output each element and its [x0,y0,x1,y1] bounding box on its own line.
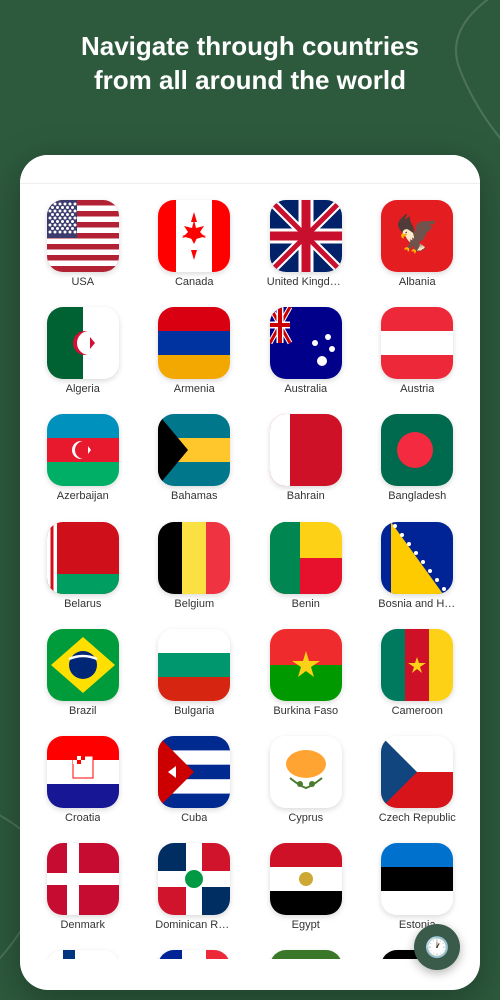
flag-algeria [47,307,119,379]
flag-belgium [158,522,230,594]
flag-albania: 🦅 [381,200,453,272]
country-name: Burkina Faso [273,705,338,718]
country-item[interactable]: United Kingdom [253,194,359,295]
country-item[interactable]: 🦅 Albania [365,194,471,295]
flag-cuba [158,736,230,808]
country-name: Armenia [174,383,215,396]
flag-bangladesh [381,414,453,486]
country-name: Albania [399,276,436,289]
flag-dominican [158,843,230,915]
country-name: Dominican Rep... [155,919,233,932]
country-name: Bosnia and Her... [378,598,456,611]
country-name: Austria [400,383,434,396]
flag-benin [270,522,342,594]
country-item[interactable]: Algeria [30,301,136,402]
country-item[interactable]: Brazil [30,623,136,724]
country-item[interactable]: Cameroon [365,623,471,724]
app-header [20,155,480,184]
flag-croatia [47,736,119,808]
country-item[interactable]: Bahrain [253,408,359,509]
flag-egypt [270,843,342,915]
country-item[interactable]: Estonia [365,837,471,938]
country-name: Benin [292,598,320,611]
country-name: Cameroon [392,705,443,718]
country-item[interactable]: Czech Republic [365,730,471,831]
country-item[interactable]: Egypt [253,837,359,938]
flag-cyprus [270,736,342,808]
country-item[interactable]: Dominican Rep... [142,837,248,938]
flag-armenia [158,307,230,379]
country-item[interactable]: Bulgaria [142,623,248,724]
country-name: Croatia [65,812,100,825]
flag-bahrain [270,414,342,486]
country-item[interactable]: USA [30,194,136,295]
flag-bahamas [158,414,230,486]
country-name: Brazil [69,705,97,718]
country-item[interactable]: Bangladesh [365,408,471,509]
country-item[interactable]: Azerbaijan [30,408,136,509]
flag-czech [381,736,453,808]
flag-usa [47,200,119,272]
flag-bosnia [381,522,453,594]
country-item[interactable]: Gambia [253,944,359,959]
country-name: Belarus [64,598,101,611]
history-fab[interactable]: 🕐 [414,924,460,970]
country-name: Australia [284,383,327,396]
flag-denmark [47,843,119,915]
flag-belarus [47,522,119,594]
country-item[interactable]: Canada [142,194,248,295]
country-item[interactable]: Denmark [30,837,136,938]
countries-grid: USA Canada United Kingdom 🦅 Albania [20,184,480,959]
country-name: Cuba [181,812,207,825]
country-item[interactable]: Cuba [142,730,248,831]
flag-bulgaria [158,629,230,701]
country-item[interactable]: Belgium [142,516,248,617]
flag-estonia [381,843,453,915]
phone-frame: USA Canada United Kingdom 🦅 Albania [20,155,480,990]
country-name: USA [71,276,94,289]
country-item[interactable]: Australia [253,301,359,402]
country-name: Bangladesh [388,490,446,503]
country-name: Canada [175,276,214,289]
country-item[interactable]: Armenia [142,301,248,402]
country-item[interactable]: Croatia [30,730,136,831]
country-name: Belgium [174,598,214,611]
country-name: Bahrain [287,490,325,503]
flag-uk [270,200,342,272]
country-item[interactable]: Burkina Faso [253,623,359,724]
country-item[interactable]: Bosnia and Her... [365,516,471,617]
country-name: Bulgaria [174,705,214,718]
flag-finland [47,950,119,959]
svg-text:🦅: 🦅 [395,212,440,254]
country-name: Bahamas [171,490,217,503]
country-item[interactable]: Bahamas [142,408,248,509]
country-item[interactable]: Belarus [30,516,136,617]
flag-australia [270,307,342,379]
country-item[interactable]: Benin [253,516,359,617]
country-item[interactable]: France [142,944,248,959]
country-name: Azerbaijan [57,490,109,503]
page-header: Navigate through countries from all arou… [0,0,500,118]
country-name: Cyprus [288,812,323,825]
flag-azerbaijan [47,414,119,486]
flag-cameroon [381,629,453,701]
flag-canada [158,200,230,272]
flag-burkinafaso [270,629,342,701]
country-name: Czech Republic [379,812,456,825]
flag-gambia [270,950,342,959]
flag-brazil [47,629,119,701]
flag-austria [381,307,453,379]
country-item[interactable]: Austria [365,301,471,402]
country-name: Denmark [60,919,105,932]
country-name: Egypt [292,919,320,932]
country-item[interactable]: Finland [30,944,136,959]
country-name: United Kingdom [267,276,345,289]
country-name: Algeria [66,383,100,396]
flag-france [158,950,230,959]
country-item[interactable]: Cyprus [253,730,359,831]
